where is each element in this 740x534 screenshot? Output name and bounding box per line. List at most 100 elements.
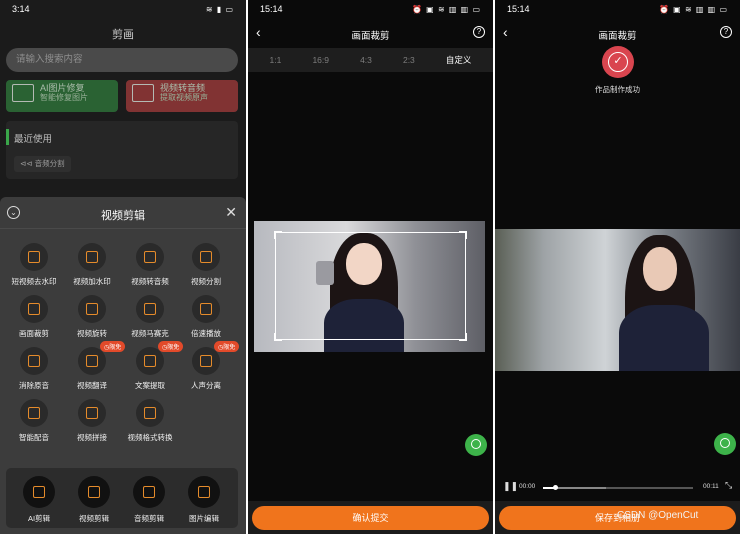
- tool-label: 文案提取: [135, 381, 165, 390]
- tool-icon: [20, 243, 48, 271]
- tool-label: 人声分离: [191, 381, 221, 390]
- dock-label: 视频剪辑: [79, 514, 109, 523]
- tool-item[interactable]: 视频格式转换: [122, 399, 178, 443]
- fullscreen-icon[interactable]: ⤡: [725, 480, 732, 491]
- tool-item[interactable]: ◷限免 文案提取: [122, 341, 184, 391]
- recent-title: 最近使用: [14, 134, 53, 145]
- tool-icon: [78, 295, 106, 323]
- sheet-header: ⌄ 视频剪辑 ✕: [0, 197, 246, 229]
- ratio-tabs: 1:1 16:9 4:3 2:3 自定义: [248, 48, 493, 72]
- dock-item[interactable]: 音频剪辑: [124, 476, 174, 524]
- customer-service-icon[interactable]: [714, 433, 736, 455]
- customer-service-icon[interactable]: [465, 434, 487, 456]
- crop-handle-bottom-right[interactable]: [459, 333, 467, 341]
- page-title: 画面裁剪: [351, 31, 390, 42]
- tool-item[interactable]: 画面裁剪: [6, 295, 62, 339]
- home-screen: 3:14 ≋ ▮ ▭ 剪画 请输入搜索内容 AI图片修复 智能修复图片 视频转音…: [0, 0, 246, 534]
- dock-label: 音频剪辑: [134, 514, 164, 523]
- promo-card-video-to-audio[interactable]: 视频转音频 提取视频原声: [126, 80, 238, 112]
- tool-label: 短视频去水印: [11, 277, 57, 286]
- tool-item[interactable]: 短视频去水印: [6, 243, 62, 287]
- bottom-dock: AI剪辑 视频剪辑 音频剪辑 图片编辑: [6, 468, 238, 528]
- dock-label: 图片编辑: [189, 514, 219, 523]
- tool-label: 视频加水印: [73, 277, 111, 286]
- tool-icon: [78, 399, 106, 427]
- tool-item[interactable]: 倍速播放: [178, 295, 234, 339]
- tool-label: 视频转音频: [131, 277, 169, 286]
- tool-item[interactable]: ◷限免 人声分离: [178, 341, 240, 391]
- tool-item[interactable]: 视频马赛克: [122, 295, 178, 339]
- tool-label: 消除原音: [19, 381, 49, 390]
- dock-icon: [78, 476, 110, 508]
- status-icons: ≋ ▮ ▭: [205, 4, 234, 14]
- promo-subtitle: 提取视频原声: [160, 93, 208, 102]
- dock-item[interactable]: 视频剪辑: [69, 476, 119, 524]
- status-bar: 15:14 ⏰ ▣ ≋ ▥ ▥ ▭: [495, 0, 740, 18]
- close-icon[interactable]: ✕: [225, 204, 237, 221]
- tool-icon: [136, 295, 164, 323]
- promo-title: AI图片修复: [40, 83, 85, 93]
- recent-chip-audio-split[interactable]: ⊲⊲ 音频分割: [14, 156, 71, 172]
- page-title: 画面裁剪: [598, 31, 637, 42]
- tool-icon: [192, 295, 220, 323]
- tool-item[interactable]: 消除原音: [6, 347, 62, 391]
- dock-item[interactable]: AI剪辑: [14, 476, 64, 524]
- seek-knob[interactable]: [553, 485, 558, 490]
- status-bar: 3:14 ≋ ▮ ▭: [0, 0, 246, 18]
- music-icon: [132, 84, 154, 102]
- promo-subtitle: 智能修复图片: [40, 93, 88, 102]
- tool-icon: [20, 399, 48, 427]
- ratio-tab[interactable]: 2:3: [403, 55, 415, 65]
- tool-icon: [136, 399, 164, 427]
- player-controls: ❚❚ 00:00 00:11 ⤡: [495, 480, 740, 494]
- tool-item[interactable]: 智能配音: [6, 399, 62, 443]
- tool-item[interactable]: ◷限免 视频翻译: [64, 341, 126, 391]
- tool-icon: [20, 295, 48, 323]
- crop-screen: 15:14 ⏰ ▣ ≋ ▥ ▥ ▭ ‹ 画面裁剪 ? 1:1 16:9 4:3 2:3…: [248, 0, 493, 534]
- duration-time: 00:11: [703, 483, 719, 490]
- crop-frame[interactable]: [274, 231, 467, 341]
- video-preview[interactable]: [495, 229, 740, 371]
- status-time: 15:14: [507, 4, 530, 14]
- tool-label: 视频马赛克: [131, 329, 169, 338]
- tool-item[interactable]: 视频旋转: [64, 295, 120, 339]
- ratio-tab[interactable]: 1:1: [270, 55, 282, 65]
- tool-label: 视频翻译: [77, 381, 107, 390]
- confirm-submit-button[interactable]: 确认提交: [252, 506, 489, 530]
- ratio-tab[interactable]: 4:3: [360, 55, 372, 65]
- tool-label: 视频拼接: [77, 433, 107, 442]
- crop-handle-top-right[interactable]: [459, 231, 467, 239]
- help-icon[interactable]: ?: [473, 26, 485, 38]
- help-icon[interactable]: ?: [720, 26, 732, 38]
- tool-item[interactable]: 视频分割: [178, 243, 234, 287]
- current-time: 00:00: [519, 483, 536, 490]
- tool-label: 倍速播放: [191, 329, 221, 338]
- result-screen: 15:14 ⏰ ▣ ≋ ▥ ▥ ▭ ‹ 画面裁剪 ? ✓ 作品制作成功 ❚❚ 0…: [495, 0, 740, 534]
- crop-handle-top-left[interactable]: [274, 231, 282, 239]
- crop-handle-bottom-left[interactable]: [274, 333, 282, 341]
- dock-icon: [188, 476, 220, 508]
- recent-section: 最近使用 ⊲⊲ 音频分割: [6, 121, 238, 179]
- ratio-tab[interactable]: 16:9: [312, 55, 329, 65]
- seek-bar[interactable]: [543, 485, 693, 490]
- promo-card-image-repair[interactable]: AI图片修复 智能修复图片: [6, 80, 118, 112]
- ratio-tab[interactable]: 自定义: [446, 54, 472, 66]
- dock-icon: [133, 476, 165, 508]
- watermark: CSDN @OpenCut: [617, 510, 699, 521]
- tool-icon: [192, 243, 220, 271]
- dock-item[interactable]: 图片编辑: [179, 476, 229, 524]
- tool-item[interactable]: 视频加水印: [64, 243, 120, 287]
- success-icon: ✓: [602, 46, 634, 78]
- sheet-title: 视频剪辑: [101, 210, 145, 222]
- tool-item[interactable]: 视频拼接: [64, 399, 120, 443]
- status-icons: ⏰ ▣ ≋ ▥ ▥ ▭: [411, 4, 481, 14]
- tool-label: 视频格式转换: [127, 433, 173, 442]
- status-time: 15:14: [260, 4, 283, 14]
- promo-title: 视频转音频: [160, 83, 206, 93]
- tool-item[interactable]: 视频转音频: [122, 243, 178, 287]
- pause-icon[interactable]: ❚❚: [503, 481, 518, 492]
- checkmark-icon: ✓: [608, 52, 628, 72]
- tool-label: 视频分割: [191, 277, 221, 286]
- nav-bar: ‹ 画面裁剪 ?: [248, 24, 493, 44]
- search-input[interactable]: 请输入搜索内容: [6, 48, 238, 72]
